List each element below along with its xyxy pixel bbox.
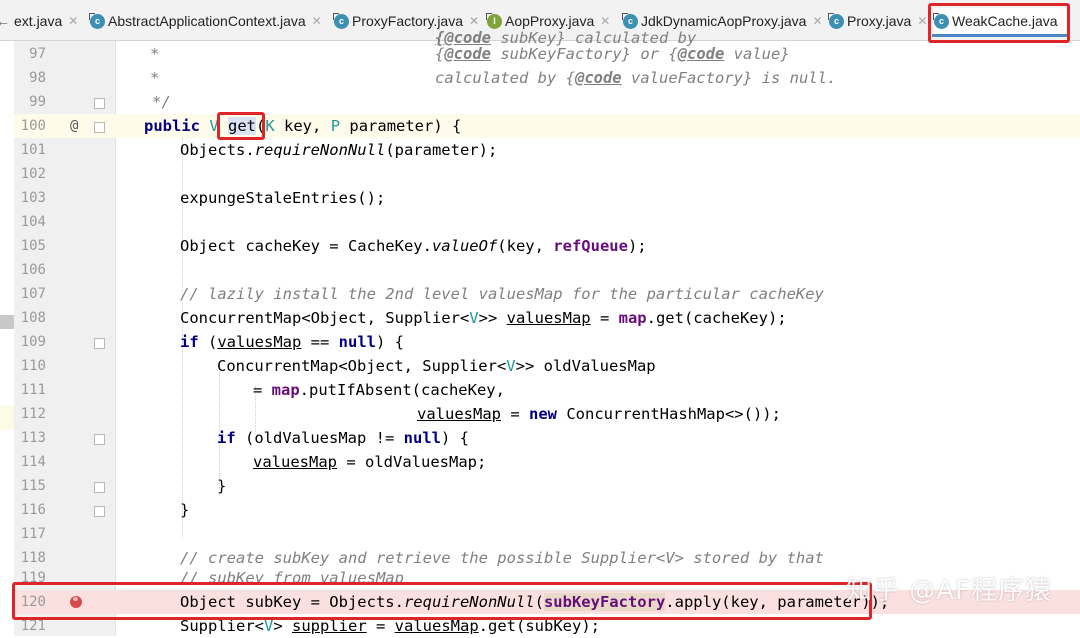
- code-line: 105 Object cacheKey = CacheKey.valueOf(k…: [0, 234, 1080, 258]
- code-line: 98 * calculated by {@code valueFactory} …: [0, 66, 1080, 90]
- line-number: 113: [20, 430, 46, 446]
- highlight-box-get-method: [217, 112, 265, 140]
- code-editor[interactable]: {@code subKey} calculated by 97 * {@code…: [0, 29, 1080, 636]
- line-number: 117: [20, 526, 46, 542]
- line-number: 112: [20, 406, 46, 422]
- line-number: 101: [20, 142, 46, 158]
- code-line: 108 ConcurrentMap<Object, Supplier<V>> v…: [0, 306, 1080, 330]
- line-number: 114: [20, 454, 46, 470]
- line-number: 99: [29, 94, 46, 110]
- line-number: 107: [20, 286, 46, 302]
- line-code: }: [180, 501, 190, 519]
- line-number: 102: [20, 166, 46, 182]
- line-code: if (oldValuesMap != null) {: [217, 429, 469, 447]
- code-line: 113 if (oldValuesMap != null) {: [0, 426, 1080, 450]
- code-line: 97 * {@code subKeyFactory} or {@code val…: [0, 42, 1080, 66]
- line-number: 119: [20, 570, 46, 582]
- fold-icon[interactable]: [94, 506, 105, 517]
- line-code: */: [152, 93, 171, 111]
- fold-icon[interactable]: [94, 122, 105, 133]
- line-code: ConcurrentMap<Object, Supplier<V>> oldVa…: [217, 357, 656, 375]
- line-number: 108: [20, 310, 46, 326]
- line-number: 104: [20, 214, 46, 230]
- line-code: Objects.requireNonNull(parameter);: [180, 141, 498, 159]
- code-line: 109 if (valuesMap == null) {: [0, 330, 1080, 354]
- line-code: {@code subKeyFactory} or {@code value}: [435, 45, 790, 63]
- line-number: 105: [20, 238, 46, 254]
- line-number: 110: [20, 358, 46, 374]
- fold-icon[interactable]: [94, 434, 105, 445]
- code-line: 115 }: [0, 474, 1080, 498]
- code-line: 101 Objects.requireNonNull(parameter);: [0, 138, 1080, 162]
- line-code: if (valuesMap == null) {: [180, 333, 404, 351]
- line-code: valuesMap = oldValuesMap;: [253, 453, 487, 471]
- highlight-box-breakpoint-line: [12, 582, 872, 620]
- code-line: 100 @ public V get(K key, P parameter) {: [0, 114, 1080, 138]
- line-number: 103: [20, 190, 46, 206]
- fold-icon[interactable]: [94, 482, 105, 493]
- code-line: 110 ConcurrentMap<Object, Supplier<V>> o…: [0, 354, 1080, 378]
- line-number: 111: [20, 382, 46, 398]
- line-number: 98: [29, 70, 46, 86]
- line-number: 116: [20, 502, 46, 518]
- line-code: calculated by {@code valueFactory} is nu…: [435, 69, 837, 87]
- fold-icon[interactable]: [94, 98, 105, 109]
- line-code: public V get(K key, P parameter) {: [144, 117, 462, 135]
- watermark: 知乎 @AF程序猿: [845, 576, 1052, 606]
- code-line: 107 // lazily install the 2nd level valu…: [0, 282, 1080, 306]
- line-number: 115: [20, 478, 46, 494]
- line-number: 109: [20, 334, 46, 350]
- line-code: // lazily install the 2nd level valuesMa…: [180, 285, 824, 303]
- code-line: 104: [0, 210, 1080, 234]
- code-line: 103 expungeStaleEntries();: [0, 186, 1080, 210]
- line-code: *: [150, 45, 160, 63]
- code-line: 99 */: [0, 90, 1080, 114]
- line-code: = map.putIfAbsent(cacheKey,: [253, 381, 505, 399]
- line-code: expungeStaleEntries();: [180, 189, 386, 207]
- line-code: Object cacheKey = CacheKey.valueOf(key, …: [180, 237, 647, 255]
- code-line: 111 = map.putIfAbsent(cacheKey,: [0, 378, 1080, 402]
- line-code: // subKey from valuesMap: [180, 569, 404, 582]
- code-line: 106: [0, 258, 1080, 282]
- code-line: 112 valuesMap = new ConcurrentHashMap<>(…: [0, 402, 1080, 426]
- code-line: 114 valuesMap = oldValuesMap;: [0, 450, 1080, 474]
- line-code: }: [217, 477, 227, 495]
- code-line: 116 }: [0, 498, 1080, 522]
- fold-icon[interactable]: [94, 338, 105, 349]
- line-code: valuesMap = new ConcurrentHashMap<>());: [417, 405, 781, 423]
- line-number: 100: [20, 118, 46, 134]
- line-code: *: [150, 69, 160, 87]
- code-line: 117: [0, 522, 1080, 546]
- override-icon[interactable]: @: [70, 114, 78, 138]
- line-code: ConcurrentMap<Object, Supplier<V>> value…: [180, 309, 787, 327]
- code-line: 102: [0, 162, 1080, 186]
- line-number: 106: [20, 262, 46, 278]
- line-number: 97: [29, 46, 46, 62]
